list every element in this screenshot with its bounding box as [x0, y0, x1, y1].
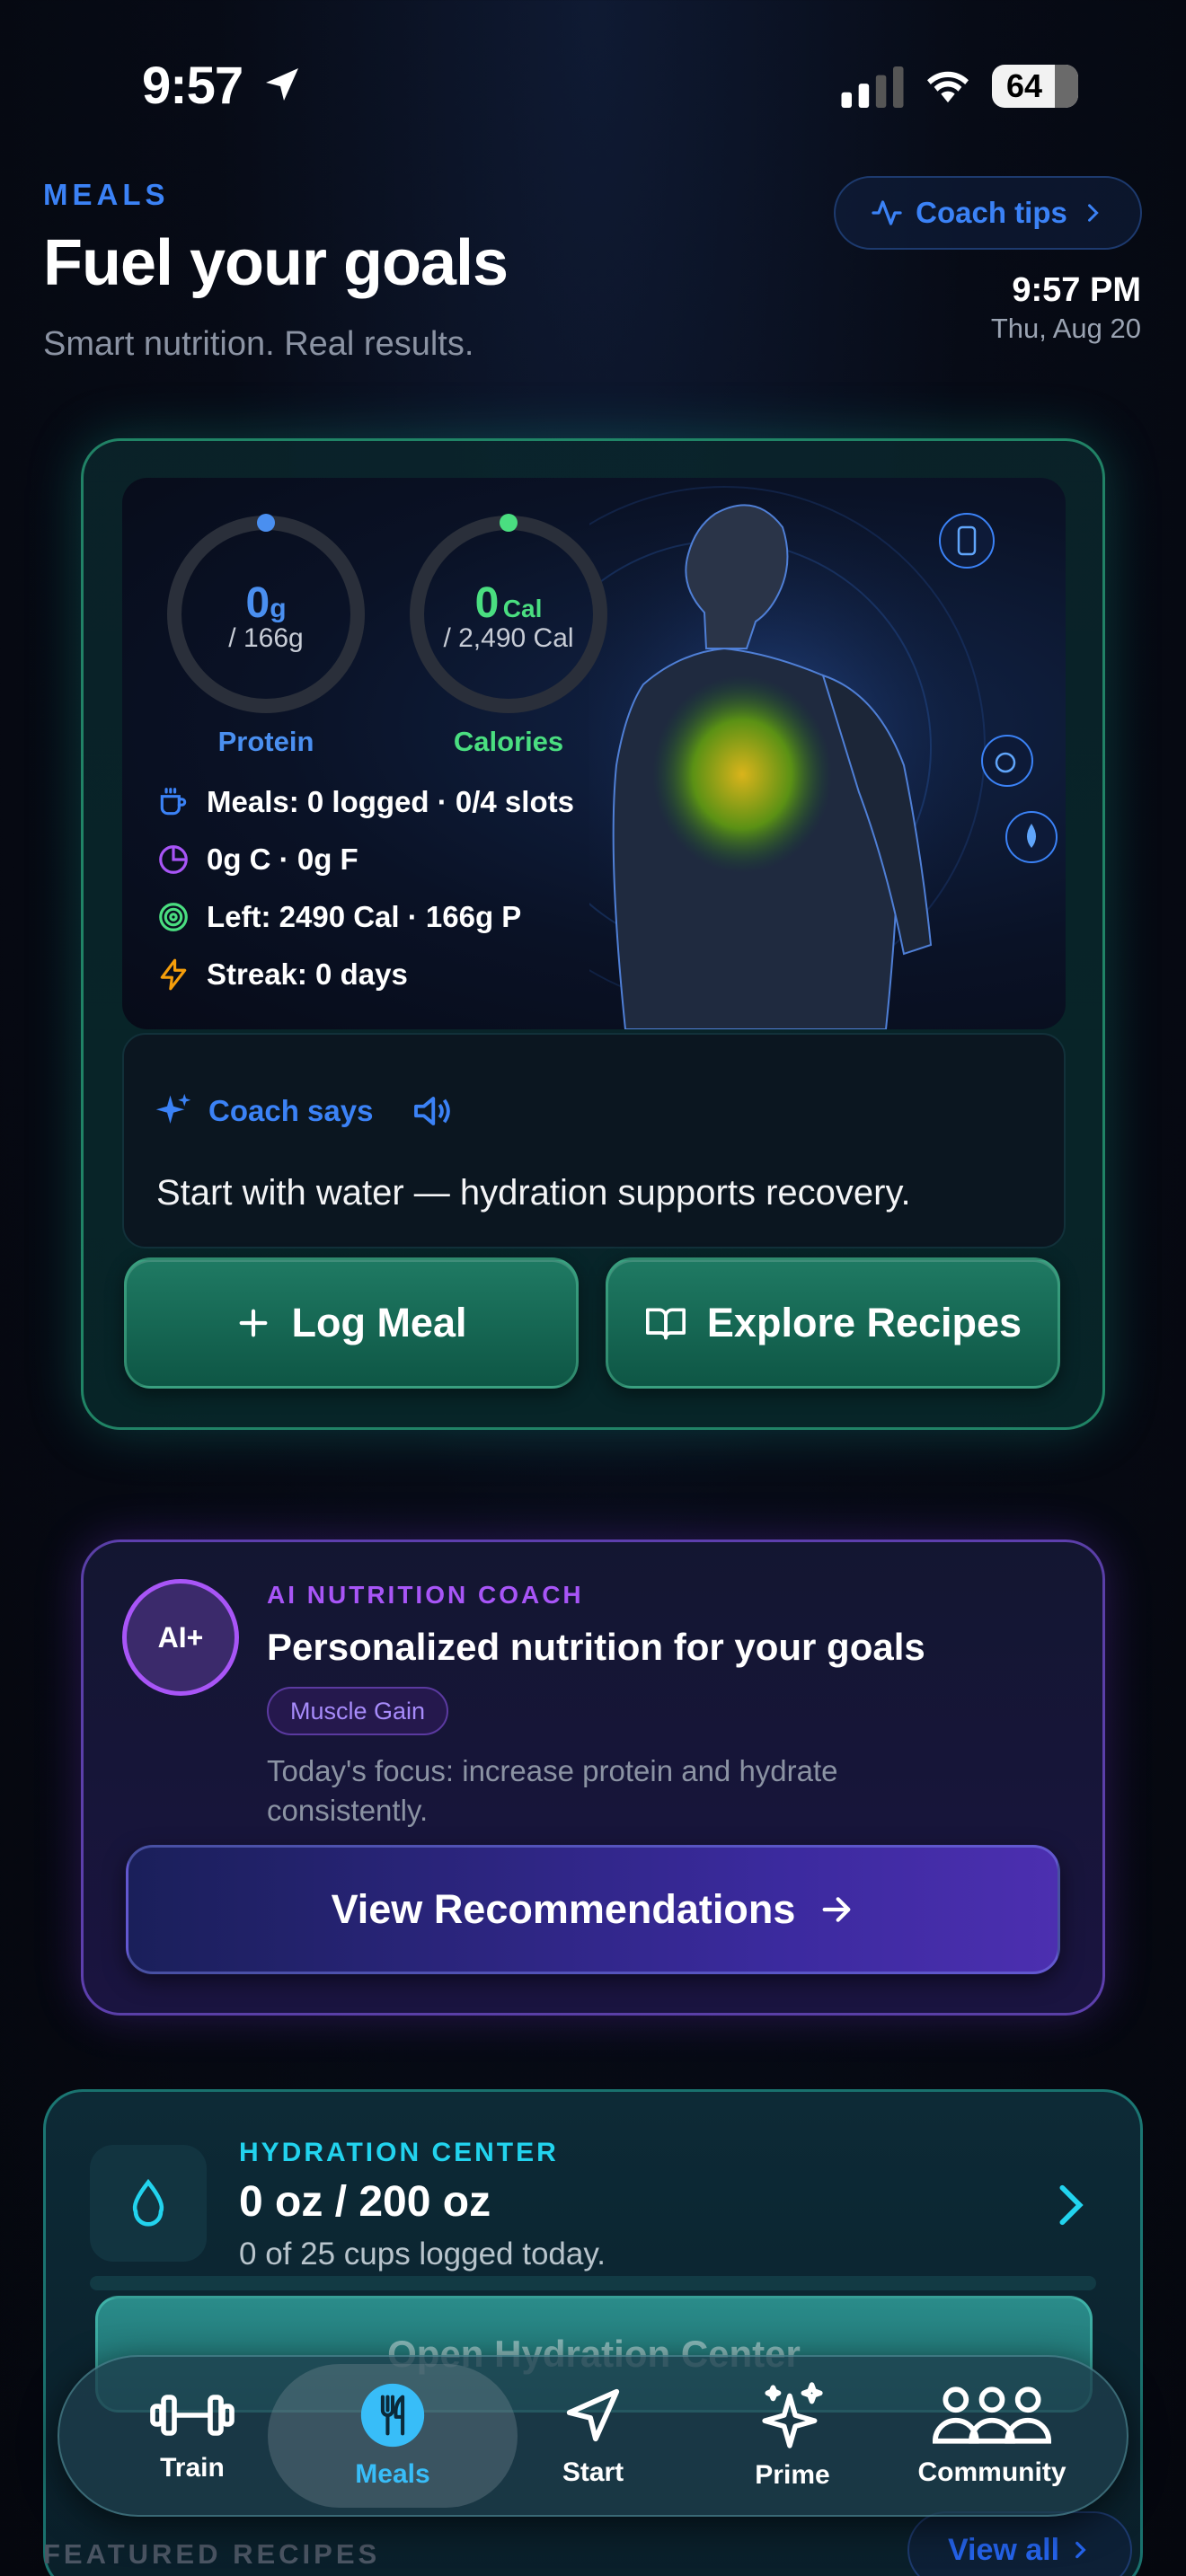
- calories-ring-marker: [500, 514, 518, 532]
- cellular-signal-icon: [841, 66, 904, 108]
- explore-recipes-button[interactable]: Explore Recipes: [606, 1257, 1060, 1389]
- battery-indicator: 64: [992, 65, 1078, 108]
- coach-message-box: [122, 1033, 1066, 1248]
- tab-train[interactable]: Train: [93, 2364, 291, 2508]
- lightning-icon: [160, 958, 187, 991]
- open-book-icon: [645, 1308, 686, 1340]
- coach-header: Coach says: [155, 1092, 459, 1130]
- plus-icon: [240, 1309, 268, 1337]
- goal-tag: Muscle Gain: [267, 1687, 449, 1735]
- pie-chart-icon: [159, 845, 188, 874]
- ai-badge: AI+: [122, 1579, 239, 1696]
- activity-icon: [872, 200, 902, 225]
- stat-streak: Streak: 0 days: [156, 957, 408, 992]
- view-recommendations-button[interactable]: View Recommendations: [126, 1845, 1060, 1974]
- users-icon: [933, 2386, 1051, 2444]
- cup-icon: [160, 788, 187, 816]
- calories-unit: Cal: [502, 595, 543, 622]
- chevron-right-icon[interactable]: [1053, 2183, 1089, 2228]
- location-arrow-icon: [266, 68, 298, 101]
- sparkles-icon: [762, 2382, 823, 2448]
- page-subtitle: Smart nutrition. Real results.: [43, 325, 474, 363]
- protein-label: Protein: [217, 726, 314, 757]
- sparkles-icon: [155, 1093, 191, 1124]
- tab-prime[interactable]: Prime: [694, 2364, 891, 2508]
- log-meal-button[interactable]: Log Meal: [124, 1257, 579, 1389]
- calories-label: Calories: [453, 726, 564, 757]
- stat-remaining: Left: 2490 Cal · 166g P: [156, 900, 521, 934]
- chevron-right-icon: [1087, 204, 1099, 222]
- protein-unit: g: [270, 594, 287, 623]
- navigation-arrow-icon: [566, 2388, 620, 2442]
- clock-time: 9:57 PM: [1012, 271, 1141, 309]
- calories-value: 0: [474, 579, 500, 627]
- speaker-icon[interactable]: [411, 1092, 459, 1130]
- arrow-right-icon: [822, 1897, 851, 1922]
- hydration-label: HYDRATION CENTER: [239, 2138, 559, 2167]
- clock-date: Thu, Aug 20: [990, 313, 1141, 344]
- view-all-button[interactable]: View all: [907, 2511, 1132, 2576]
- hydration-progress-bar: [90, 2276, 1096, 2290]
- protein-target: / 166g: [228, 623, 304, 653]
- coach-label: Coach says: [208, 1094, 374, 1127]
- tab-meals[interactable]: Meals: [294, 2364, 491, 2508]
- coach-message: Start with water — hydration supports re…: [156, 1173, 911, 1213]
- hydration-value: 0 oz / 200 oz: [239, 2178, 491, 2226]
- tab-start[interactable]: Start: [494, 2364, 692, 2508]
- protein-value: 0: [245, 579, 270, 627]
- chevron-right-icon: [1075, 2541, 1086, 2559]
- tab-community[interactable]: Community: [893, 2364, 1091, 2508]
- dumbbell-icon: [150, 2395, 235, 2436]
- protein-ring-marker: [257, 514, 275, 532]
- water-drop-icon: [132, 2178, 164, 2227]
- ai-coach-title: Personalized nutrition for your goals: [267, 1626, 925, 1668]
- anatomy-illustration: [589, 478, 1058, 1029]
- stat-macros: 0g C · 0g F: [156, 842, 358, 877]
- target-icon: [159, 903, 188, 931]
- utensils-icon: [360, 2383, 425, 2448]
- ai-coach-description: Today's focus: increase protein and hydr…: [267, 1754, 838, 1827]
- status-time: 9:57: [142, 57, 243, 115]
- calories-target: / 2,490 Cal: [443, 623, 574, 653]
- stat-meals: Meals: 0 logged · 0/4 slots: [156, 785, 574, 819]
- page-title: Fuel your goals: [43, 227, 509, 299]
- nutrition-hero-panel: 0g / 166g Protein 0 Cal / 2,490 Cal Calo…: [122, 478, 1066, 1029]
- hydration-subtitle: 0 of 25 cups logged today.: [239, 2236, 606, 2272]
- section-label: MEALS: [43, 178, 170, 211]
- coach-tips-button[interactable]: Coach tips: [834, 176, 1142, 250]
- coach-tips-label: Coach tips: [916, 196, 1067, 229]
- wifi-icon: [927, 71, 969, 103]
- ai-coach-label: AI NUTRITION COACH: [267, 1581, 584, 1609]
- featured-recipes-label: FEATURED RECIPES: [43, 2538, 381, 2570]
- hydration-icon-box: [90, 2145, 207, 2262]
